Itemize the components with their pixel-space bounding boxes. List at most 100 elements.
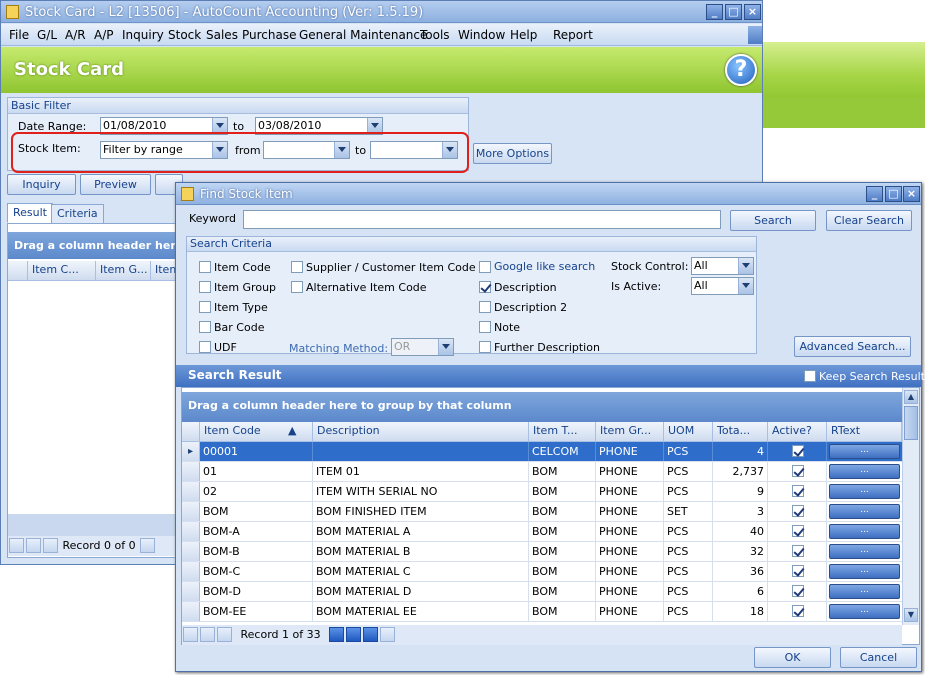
active-checkbox[interactable] — [792, 585, 804, 597]
vertical-scrollbar[interactable]: ▲ ▼ — [902, 388, 919, 625]
menu-purchase[interactable]: Purchase — [242, 28, 297, 42]
scroll-thumb[interactable] — [904, 406, 918, 440]
minimize-icon[interactable]: _ — [706, 4, 723, 20]
rtext-ellipsis-button[interactable]: ... — [829, 544, 900, 559]
prev-page-icon[interactable] — [200, 627, 215, 642]
menu-report[interactable]: Report — [553, 28, 593, 42]
preview-button[interactable]: Preview — [80, 174, 151, 195]
menu-gl[interactable]: G/L — [37, 28, 57, 42]
scroll-down-icon[interactable]: ▼ — [904, 608, 918, 622]
further-description-checkbox[interactable] — [479, 341, 491, 353]
menu-general-maintenance[interactable]: General Maintenance — [299, 28, 427, 42]
tab-criteria[interactable]: Criteria — [51, 204, 104, 224]
rtext-ellipsis-button[interactable]: ... — [829, 564, 900, 579]
item-code-checkbox[interactable] — [199, 261, 211, 273]
column-item[interactable]: Item — [151, 261, 176, 281]
dialog-maximize-icon[interactable]: □ — [885, 186, 902, 202]
column-total[interactable]: Tota... — [713, 422, 768, 442]
table-row[interactable]: BOM-B BOM MATERIAL B BOM PHONE PCS 32... — [182, 542, 902, 562]
column-item-code[interactable]: Item Code ▲ — [200, 422, 313, 442]
ok-button[interactable]: OK — [754, 647, 831, 668]
active-checkbox[interactable] — [792, 445, 804, 457]
menu-tools[interactable]: Tools — [420, 28, 450, 42]
column-item-group[interactable]: Item Gr... — [596, 422, 664, 442]
alternative-item-code-checkbox[interactable] — [291, 281, 303, 293]
table-row[interactable]: 02 ITEM WITH SERIAL NO BOM PHONE PCS 9... — [182, 482, 902, 502]
table-row[interactable]: BOM BOM FINISHED ITEM BOM PHONE SET 3... — [182, 502, 902, 522]
menu-overflow-icon[interactable] — [748, 26, 762, 44]
prev-page-icon[interactable] — [26, 538, 41, 553]
row-indicator[interactable] — [182, 542, 200, 561]
active-checkbox[interactable] — [792, 505, 804, 517]
rtext-ellipsis-button[interactable]: ... — [829, 524, 900, 539]
active-checkbox[interactable] — [792, 545, 804, 557]
rtext-ellipsis-button[interactable]: ... — [829, 504, 900, 519]
prev-record-icon[interactable] — [43, 538, 58, 553]
row-indicator[interactable] — [182, 582, 200, 601]
column-item-code[interactable]: Item C... — [28, 261, 96, 281]
keyword-input[interactable] — [243, 210, 721, 229]
table-row[interactable]: BOM-EE BOM MATERIAL EE BOM PHONE PCS 18... — [182, 602, 902, 622]
item-type-checkbox[interactable] — [199, 301, 211, 313]
menu-inquiry[interactable]: Inquiry — [122, 28, 164, 42]
current-row-indicator-icon[interactable]: ▸ — [182, 442, 200, 461]
supplier-customer-code-checkbox[interactable] — [291, 261, 303, 273]
udf-checkbox[interactable] — [199, 341, 211, 353]
table-row[interactable]: BOM-C BOM MATERIAL C BOM PHONE PCS 36... — [182, 562, 902, 582]
prev-record-icon[interactable] — [217, 627, 232, 642]
dialog-close-icon[interactable]: × — [903, 186, 920, 202]
advanced-search-button[interactable]: Advanced Search... — [794, 336, 911, 357]
next-record-icon[interactable] — [329, 627, 345, 642]
menu-window[interactable]: Window — [458, 28, 505, 42]
menu-stock[interactable]: Stock — [168, 28, 201, 42]
bar-code-checkbox[interactable] — [199, 321, 211, 333]
table-row[interactable]: BOM-D BOM MATERIAL D BOM PHONE PCS 6... — [182, 582, 902, 602]
clear-search-button[interactable]: Clear Search — [826, 210, 912, 231]
row-indicator[interactable] — [182, 482, 200, 501]
description-checkbox[interactable] — [479, 281, 491, 293]
tab-result[interactable]: Result — [7, 203, 53, 223]
note-checkbox[interactable] — [479, 321, 491, 333]
help-icon[interactable]: ? — [725, 54, 757, 86]
table-row[interactable]: ▸ 00001 CELCOM PHONE PCS 4... — [182, 442, 902, 462]
column-active[interactable]: Active? — [768, 422, 827, 442]
rtext-ellipsis-button[interactable]: ... — [829, 484, 900, 499]
rtext-ellipsis-button[interactable]: ... — [829, 584, 900, 599]
menu-ar[interactable]: A/R — [65, 28, 86, 42]
search-button[interactable]: Search — [730, 210, 816, 231]
last-record-icon[interactable] — [363, 627, 379, 642]
keep-search-result-checkbox[interactable] — [804, 370, 816, 382]
active-checkbox[interactable] — [792, 465, 804, 477]
cancel-button[interactable]: Cancel — [840, 647, 917, 668]
dialog-minimize-icon[interactable]: _ — [866, 186, 883, 202]
description-2-checkbox[interactable] — [479, 301, 491, 313]
google-like-search-checkbox[interactable] — [479, 261, 491, 273]
inquiry-button[interactable]: Inquiry — [7, 174, 76, 195]
first-record-icon[interactable] — [183, 627, 198, 642]
chevron-down-icon[interactable] — [738, 278, 753, 294]
active-checkbox[interactable] — [792, 605, 804, 617]
row-indicator[interactable] — [182, 462, 200, 481]
row-indicator[interactable] — [182, 602, 200, 621]
column-description[interactable]: Description — [313, 422, 529, 442]
menu-help[interactable]: Help — [510, 28, 537, 42]
first-record-icon[interactable] — [9, 538, 24, 553]
menu-sales[interactable]: Sales — [206, 28, 238, 42]
close-icon[interactable]: × — [744, 4, 761, 20]
active-checkbox[interactable] — [792, 485, 804, 497]
row-indicator[interactable] — [182, 562, 200, 581]
stock-control-select[interactable]: All — [691, 257, 754, 275]
active-checkbox[interactable] — [792, 565, 804, 577]
matching-method-select[interactable]: OR — [391, 338, 454, 356]
chevron-down-icon[interactable] — [438, 339, 453, 355]
chevron-down-icon[interactable] — [738, 258, 753, 274]
scroll-up-icon[interactable]: ▲ — [904, 390, 918, 404]
table-row[interactable]: 01 ITEM 01 BOM PHONE PCS 2,737... — [182, 462, 902, 482]
row-indicator[interactable] — [182, 522, 200, 541]
maximize-icon[interactable]: □ — [725, 4, 742, 20]
item-group-checkbox[interactable] — [199, 281, 211, 293]
row-indicator[interactable] — [182, 502, 200, 521]
rtext-ellipsis-button[interactable]: ... — [829, 444, 900, 459]
column-uom[interactable]: UOM — [664, 422, 713, 442]
next-page-icon[interactable] — [346, 627, 362, 642]
